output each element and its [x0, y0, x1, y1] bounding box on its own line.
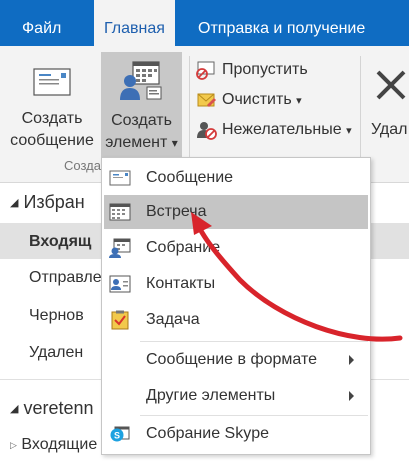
menu-item-skype-meeting[interactable]: S Собрание Skype — [104, 417, 368, 451]
delete-label: Удал — [371, 121, 408, 138]
ribbon-separator — [189, 56, 190, 168]
chevron-down-icon: ▾ — [296, 95, 302, 107]
tab-send-receive[interactable]: Отправка и получение — [198, 0, 365, 46]
task-clipboard-icon — [111, 310, 129, 330]
junk-person-icon — [197, 122, 217, 140]
ribbon-separator — [360, 56, 361, 168]
menu-item-more-items[interactable]: Другие элементы — [104, 379, 368, 413]
contact-card-icon — [109, 275, 131, 293]
menu-item-label: Встреча — [146, 203, 207, 220]
chevron-down-icon: ▾ — [171, 136, 178, 150]
new-message-label-1: Создать — [21, 110, 83, 127]
favorites-header[interactable]: ◢ Избран — [10, 192, 85, 213]
meeting-icon — [109, 238, 131, 258]
junk-label: Нежелательные ▾ — [222, 121, 352, 138]
account-header[interactable]: ◢ veretenn — [10, 398, 94, 419]
menu-item-message-using[interactable]: Сообщение в формате — [104, 343, 368, 377]
menu-item-label: Контакты — [146, 275, 216, 292]
account-inbox[interactable]: ▷ Входящие — [10, 436, 97, 454]
folder-sent[interactable]: Отправле — [29, 269, 102, 287]
new-items-label-1: Создать — [111, 112, 172, 129]
menu-item-label: Другие элементы — [146, 387, 276, 404]
chevron-down-icon: ▾ — [346, 125, 352, 137]
new-items-icon — [120, 61, 162, 100]
ribbon-tab-bar: Файл Главная Отправка и получение — [0, 0, 409, 46]
menu-item-email[interactable]: Сообщение — [104, 161, 368, 195]
ignore-envelope-icon — [196, 61, 215, 80]
tab-file[interactable]: Файл — [22, 0, 61, 46]
menu-item-label: Сообщение в формате — [146, 351, 318, 368]
folder-drafts[interactable]: Чернов — [29, 307, 84, 325]
menu-item-label: Собрание Skype — [146, 425, 269, 442]
tab-home[interactable]: Главная — [94, 0, 175, 46]
collapse-triangle-icon: ◢ — [10, 197, 19, 209]
menu-item-task[interactable]: Задача — [104, 303, 368, 337]
new-items-dropdown-menu: Сообщение Встреча Собрание Контакты Зада… — [101, 157, 371, 455]
collapse-triangle-icon: ◢ — [10, 403, 19, 415]
menu-separator — [140, 341, 368, 342]
ignore-label: Пропустить — [222, 61, 308, 78]
envelope-icon — [109, 170, 131, 186]
new-items-label-2: элемент ▾ — [105, 134, 178, 151]
folder-deleted[interactable]: Удален — [29, 344, 83, 362]
menu-item-meeting[interactable]: Собрание — [104, 231, 368, 265]
submenu-arrow-icon — [349, 391, 354, 401]
ribbon-group-label: Созда — [64, 158, 101, 173]
submenu-arrow-icon — [349, 355, 354, 365]
clean-up-icon — [197, 93, 216, 107]
svg-text:S: S — [114, 431, 120, 441]
new-message-button[interactable]: Создать сообщение — [4, 58, 100, 156]
skype-icon: S — [110, 426, 130, 442]
menu-item-label: Сообщение — [146, 169, 234, 186]
menu-item-label: Собрание — [146, 239, 221, 256]
folder-inbox-favorite[interactable]: Входящ — [29, 233, 91, 251]
menu-item-appointment[interactable]: Встреча — [104, 195, 368, 229]
delete-button[interactable]: Удал — [366, 58, 409, 156]
menu-item-label: Задача — [146, 311, 200, 328]
new-message-label-2: сообщение — [10, 132, 94, 149]
expand-triangle-icon: ▷ — [10, 440, 17, 450]
new-items-button[interactable]: Создать элемент ▾ — [101, 52, 182, 158]
menu-item-contact[interactable]: Контакты — [104, 267, 368, 301]
clean-up-label: Очистить ▾ — [222, 91, 302, 108]
delete-x-icon — [376, 70, 406, 100]
envelope-icon — [33, 68, 71, 96]
calendar-icon — [109, 203, 131, 221]
menu-separator — [140, 415, 368, 416]
